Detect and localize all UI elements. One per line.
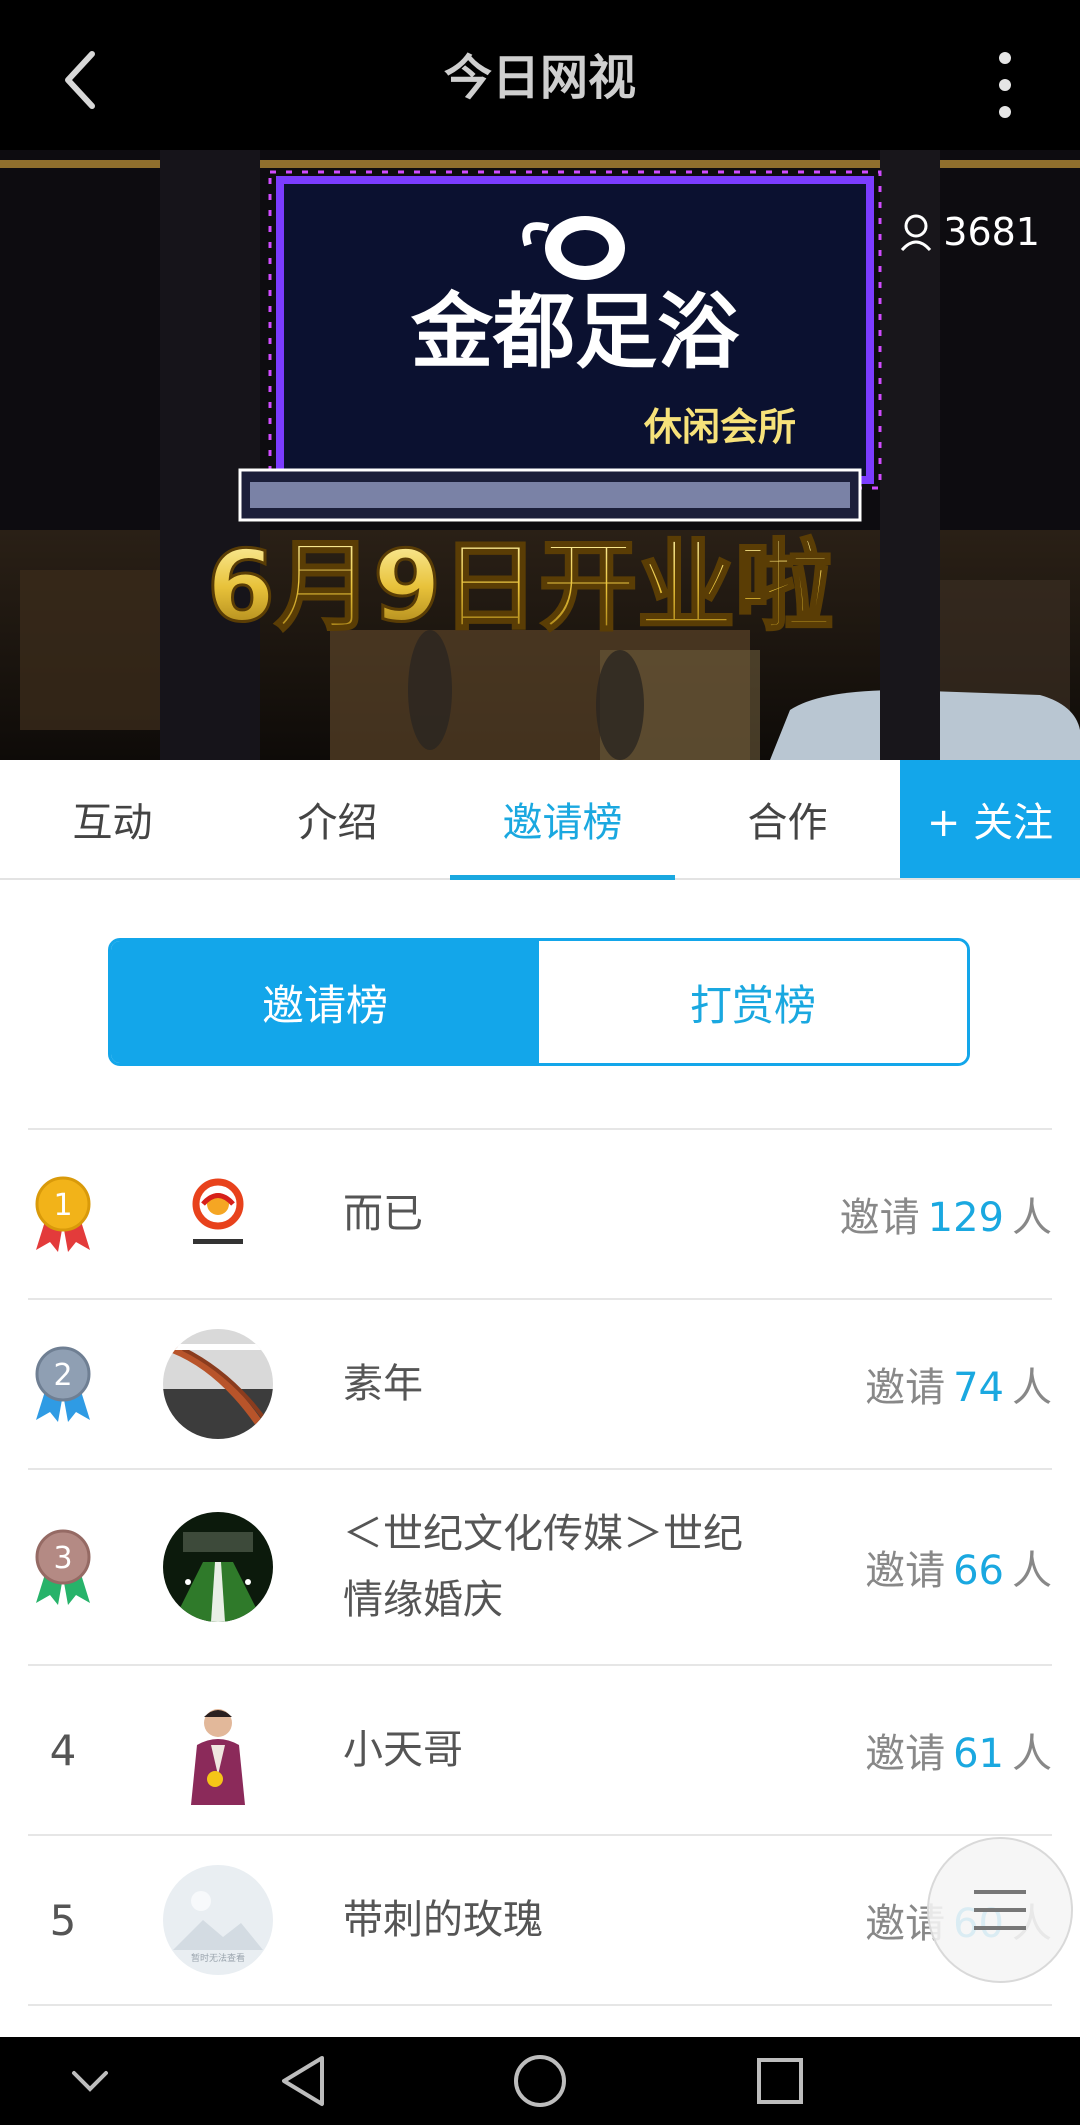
tab-interaction[interactable]: 互动 [0, 760, 225, 878]
floating-menu-button[interactable] [927, 1837, 1073, 1983]
invite-count-value: 74 [953, 1365, 1004, 1411]
invite-count-value: 66 [953, 1548, 1004, 1594]
tab-invite-ranking[interactable]: 邀请榜 [450, 760, 675, 880]
nav-back-button[interactable] [258, 2037, 348, 2125]
hide-nav-button[interactable] [50, 2037, 130, 2125]
app-header: 今日网视 [0, 0, 1080, 150]
section-tab-bar: 互动 介绍 邀请榜 合作 + 关注 [0, 760, 1080, 880]
gold-medal-icon: 1 [28, 1174, 98, 1254]
svg-text:暂时无法查看: 暂时无法查看 [191, 1952, 245, 1964]
bronze-medal-icon: 3 [28, 1527, 98, 1607]
avatar[interactable] [163, 1695, 273, 1805]
rank-number: 4 [49, 1725, 77, 1775]
ranking-list: 1 而已 邀请 129 人 2 素年 邀请 74 人 3 ＜世纪文化传媒＞世纪情… [28, 1128, 1052, 2006]
page-title: 今日网视 [443, 50, 636, 106]
avatar-placeholder[interactable]: 暂时无法查看 [163, 1865, 273, 1975]
view-count: 3681 [899, 210, 1040, 254]
rank-number: 5 [49, 1895, 77, 1945]
user-name: 素年 [343, 1361, 423, 1407]
invite-count-value: 61 [953, 1731, 1004, 1777]
system-navigation-bar [0, 2037, 1080, 2125]
list-item[interactable]: 5 暂时无法查看 带刺的玫瑰 邀请60人 [28, 1836, 1052, 2006]
silver-medal-icon: 2 [28, 1344, 98, 1424]
avatar[interactable] [163, 1159, 273, 1269]
chevron-down-icon [72, 2071, 108, 2092]
invite-count: 邀请 66 人 [865, 1548, 1052, 1594]
recents-square-icon [757, 2058, 803, 2104]
ranking-type-toggle: 邀请榜 打赏榜 [108, 938, 970, 1066]
list-item[interactable]: 3 ＜世纪文化传媒＞世纪情缘婚庆 邀请 66 人 [28, 1470, 1052, 1666]
list-item[interactable]: 1 而已 邀请 129 人 [28, 1130, 1052, 1300]
invite-count: 邀请 74 人 [865, 1365, 1052, 1411]
user-name: 小天哥 [343, 1727, 463, 1773]
avatar[interactable] [163, 1512, 273, 1622]
home-circle-icon [514, 2055, 566, 2107]
follow-button[interactable]: + 关注 [900, 760, 1080, 878]
list-item[interactable]: 2 素年 邀请 74 人 [28, 1300, 1052, 1470]
viewer-icon [901, 214, 932, 252]
sign-subtitle: 休闲会所 [643, 405, 796, 449]
svg-text:2: 2 [53, 1358, 72, 1393]
opening-banner-text: 6月9日开业啦 [207, 530, 833, 644]
reward-ranking-button[interactable]: 打赏榜 [539, 941, 967, 1063]
back-triangle-icon [282, 2056, 324, 2106]
user-name: 而已 [343, 1191, 423, 1237]
view-count-value: 3681 [943, 210, 1040, 254]
list-item[interactable]: 4 小天哥 邀请 61 人 [28, 1666, 1052, 1836]
invite-count: 邀请 129 人 [839, 1195, 1052, 1241]
tab-introduction[interactable]: 介绍 [225, 760, 450, 878]
nav-home-button[interactable] [495, 2037, 585, 2125]
avatar[interactable] [163, 1329, 273, 1439]
tab-cooperation[interactable]: 合作 [675, 760, 900, 878]
svg-text:3: 3 [53, 1541, 72, 1576]
cover-image[interactable]: 金都足浴 休闲会所 6月9日开业啦 3681 [0, 150, 1080, 760]
menu-icon [974, 1890, 1026, 1930]
svg-text:1: 1 [53, 1188, 72, 1223]
invite-count-value: 129 [927, 1195, 1004, 1241]
invite-count: 邀请 61 人 [865, 1731, 1052, 1777]
user-name: 带刺的玫瑰 [343, 1897, 543, 1943]
more-options-button[interactable] [970, 40, 1040, 130]
more-vertical-icon [999, 52, 1011, 118]
nav-recents-button[interactable] [735, 2037, 825, 2125]
user-name: ＜世纪文化传媒＞世纪情缘婚庆 [343, 1511, 743, 1623]
sign-title: 金都足浴 [410, 285, 740, 380]
invite-ranking-button[interactable]: 邀请榜 [111, 941, 539, 1063]
